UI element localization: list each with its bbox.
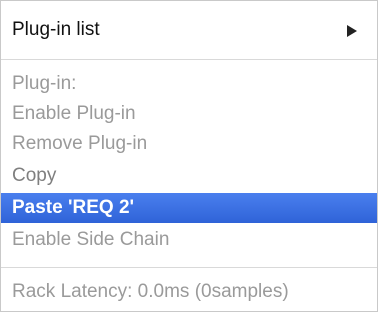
triangle-right-icon: [347, 25, 357, 37]
enable-side-chain-item[interactable]: Enable Side Chain: [1, 225, 377, 255]
plugin-list-submenu[interactable]: Plug-in list: [1, 15, 377, 45]
menu-separator: [1, 267, 377, 268]
plugin-label-item: Plug-in:: [1, 69, 377, 99]
menu-separator: [1, 59, 377, 60]
menu-item-label: Plug-in:: [12, 73, 77, 94]
rack-latency-item: Rack Latency: 0.0ms (0samples): [1, 277, 377, 307]
remove-plugin-item[interactable]: Remove Plug-in: [1, 129, 377, 159]
copy-item[interactable]: Copy: [1, 161, 377, 191]
menu-item-label: Paste 'REQ 2': [12, 197, 135, 218]
menu-item-label: Enable Plug-in: [12, 103, 136, 124]
menu-item-label: Copy: [12, 165, 57, 186]
context-menu: Plug-in list Plug-in: Enable Plug-in Rem…: [0, 0, 378, 312]
enable-plugin-item[interactable]: Enable Plug-in: [1, 99, 377, 129]
menu-item-label: Remove Plug-in: [12, 133, 148, 154]
menu-item-label: Enable Side Chain: [12, 229, 170, 250]
rack-latency-label: Rack Latency: 0.0ms (0samples): [12, 281, 289, 302]
paste-item[interactable]: Paste 'REQ 2': [1, 193, 377, 223]
plugin-list-label: Plug-in list: [12, 19, 100, 40]
